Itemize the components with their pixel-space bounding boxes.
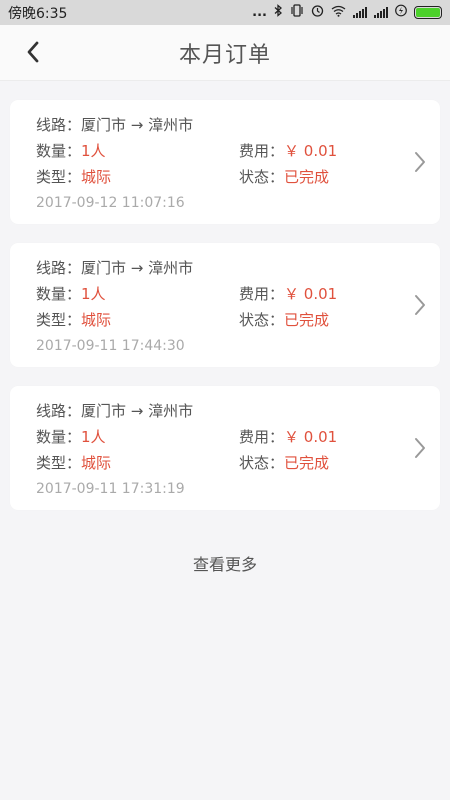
route-row: 线路： 厦门市 → 漳州市 bbox=[36, 398, 440, 424]
route-value: 厦门市 → 漳州市 bbox=[81, 259, 194, 277]
notification-dots: ... bbox=[252, 5, 267, 20]
fee-value: ￥ 0.01 bbox=[284, 142, 338, 160]
bluetooth-icon bbox=[274, 4, 283, 21]
route-label: 线路： bbox=[36, 259, 82, 277]
type-status-row: 类型：城际 状态：已完成 bbox=[36, 307, 440, 333]
charging-icon bbox=[395, 4, 407, 21]
chevron-right-icon[interactable] bbox=[410, 434, 430, 462]
order-time: 2017-09-11 17:31:19 bbox=[36, 481, 185, 497]
route-row: 线路： 厦门市 → 漳州市 bbox=[36, 112, 440, 138]
battery-icon bbox=[414, 6, 442, 19]
status-time: 傍晚6:35 bbox=[8, 5, 68, 22]
type-status-row: 类型：城际 状态：已完成 bbox=[36, 450, 440, 476]
status-label: 状态： bbox=[239, 168, 285, 186]
type-label: 类型： bbox=[36, 454, 82, 472]
status-value: 已完成 bbox=[284, 168, 330, 186]
type-status-row: 类型：城际 状态：已完成 bbox=[36, 164, 440, 190]
fee-label: 费用： bbox=[239, 428, 285, 446]
chevron-left-icon bbox=[27, 41, 39, 63]
fee-value: ￥ 0.01 bbox=[284, 285, 338, 303]
alarm-icon bbox=[311, 4, 324, 21]
load-more-button[interactable]: 查看更多 bbox=[0, 551, 450, 575]
type-label: 类型： bbox=[36, 311, 82, 329]
type-value: 城际 bbox=[81, 454, 112, 472]
chevron-right-icon[interactable] bbox=[410, 291, 430, 319]
route-value: 厦门市 → 漳州市 bbox=[81, 402, 194, 420]
route-value: 厦门市 → 漳州市 bbox=[81, 116, 194, 134]
quantity-fee-row: 数量：1人 费用：￥ 0.01 bbox=[36, 138, 440, 164]
wifi-icon bbox=[331, 5, 346, 21]
order-card[interactable]: 线路： 厦门市 → 漳州市 数量：1人 费用：￥ 0.01 类型：城际 状态：已… bbox=[10, 243, 440, 367]
status-icons: ... bbox=[252, 4, 442, 21]
order-list: 线路： 厦门市 → 漳州市 数量：1人 费用：￥ 0.01 类型：城际 状态：已… bbox=[0, 81, 450, 510]
route-label: 线路： bbox=[36, 402, 82, 420]
fee-label: 费用： bbox=[239, 142, 285, 160]
order-card[interactable]: 线路： 厦门市 → 漳州市 数量：1人 费用：￥ 0.01 类型：城际 状态：已… bbox=[10, 100, 440, 224]
status-value: 已完成 bbox=[284, 311, 330, 329]
type-label: 类型： bbox=[36, 168, 82, 186]
status-label: 状态： bbox=[239, 454, 285, 472]
quantity-label: 数量： bbox=[36, 428, 82, 446]
signal-icon bbox=[353, 7, 367, 18]
quantity-value: 1人 bbox=[81, 428, 106, 446]
chevron-right-icon[interactable] bbox=[410, 148, 430, 176]
vibrate-icon bbox=[290, 4, 304, 21]
route-row: 线路： 厦门市 → 漳州市 bbox=[36, 255, 440, 281]
signal-icon bbox=[374, 7, 388, 18]
quantity-fee-row: 数量：1人 费用：￥ 0.01 bbox=[36, 424, 440, 450]
type-value: 城际 bbox=[81, 311, 112, 329]
header: 本月订单 bbox=[0, 25, 450, 81]
type-value: 城际 bbox=[81, 168, 112, 186]
route-label: 线路： bbox=[36, 116, 82, 134]
order-card[interactable]: 线路： 厦门市 → 漳州市 数量：1人 费用：￥ 0.01 类型：城际 状态：已… bbox=[10, 386, 440, 510]
page-title: 本月订单 bbox=[178, 42, 271, 68]
quantity-label: 数量： bbox=[36, 285, 82, 303]
status-value: 已完成 bbox=[284, 454, 330, 472]
status-label: 状态： bbox=[239, 311, 285, 329]
quantity-value: 1人 bbox=[81, 142, 106, 160]
fee-value: ￥ 0.01 bbox=[284, 428, 338, 446]
fee-label: 费用： bbox=[239, 285, 285, 303]
status-bar: 傍晚6:35 ... bbox=[0, 0, 450, 25]
order-time: 2017-09-12 11:07:16 bbox=[36, 195, 185, 211]
quantity-value: 1人 bbox=[81, 285, 106, 303]
back-button[interactable] bbox=[18, 37, 48, 67]
quantity-label: 数量： bbox=[36, 142, 82, 160]
order-time: 2017-09-11 17:44:30 bbox=[36, 338, 185, 354]
quantity-fee-row: 数量：1人 费用：￥ 0.01 bbox=[36, 281, 440, 307]
